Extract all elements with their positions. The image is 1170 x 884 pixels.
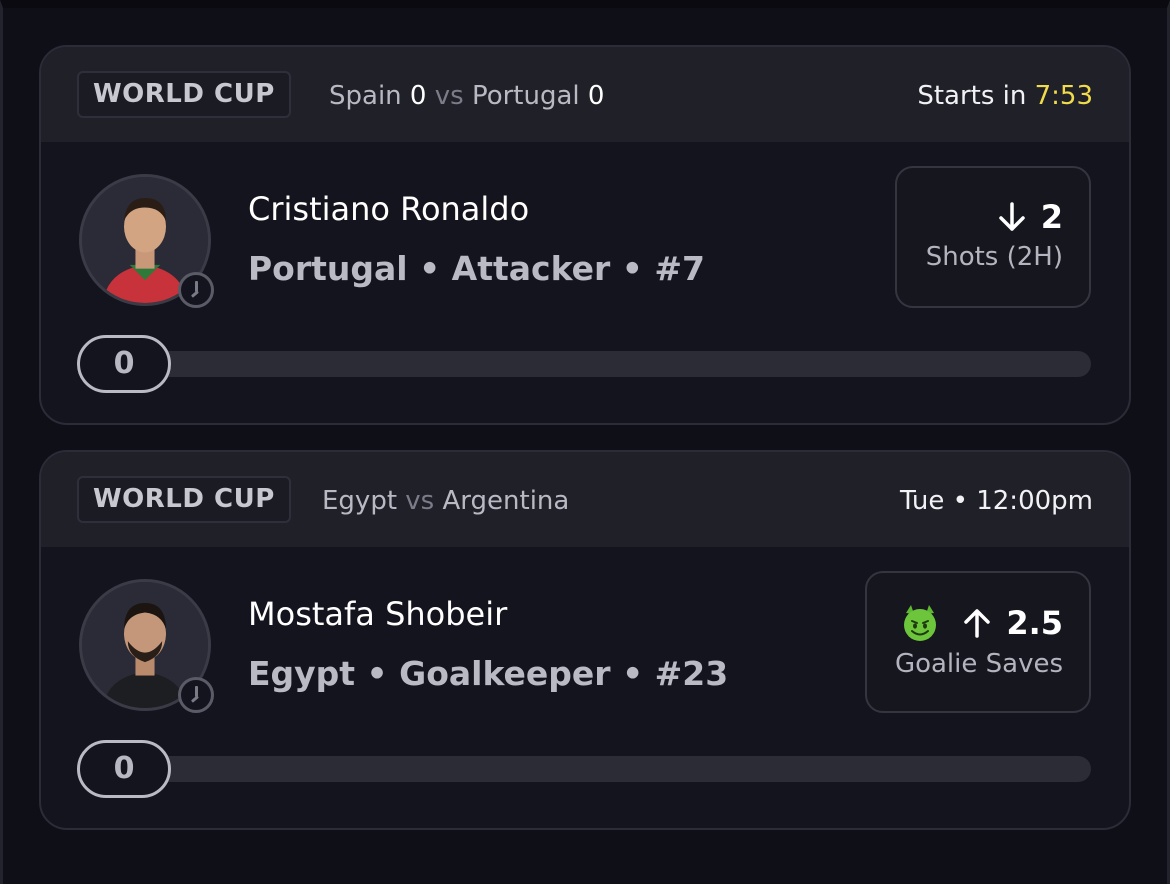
match-info: Egypt vs Argentina [322,486,569,516]
pick-card[interactable]: WORLD CUP Spain 0 vs Portugal 0 Starts i… [39,45,1131,425]
home-team: Egypt [322,486,398,516]
clock-icon [178,272,214,308]
away-team: Argentina [442,486,570,516]
kickoff-time: Tue • 12:00pm [899,486,1093,516]
stat-value: 2 [1040,198,1063,236]
kickoff-prefix: Starts in [917,81,1027,111]
vs-label: vs [434,81,464,111]
clock-icon [178,677,214,713]
kickoff-status: Starts in 7:53 [917,81,1093,111]
league-badge: WORLD CUP [77,476,291,523]
devil-emoji-icon [900,603,940,643]
player-meta: Portugal • Attacker • #7 [248,249,705,288]
progress-value: 0 [77,335,171,393]
stat-line: 2.5 [893,603,1063,643]
pick-card[interactable]: WORLD CUP Egypt vs Argentina Tue • 12:00… [39,450,1131,830]
home-score: 0 [409,81,427,111]
stat-value: 2.5 [1006,604,1063,642]
away-team: Portugal [471,81,580,111]
match-info: Spain 0 vs Portugal 0 [329,81,604,111]
arrow-down-icon [997,201,1027,233]
player-meta: Egypt • Goalkeeper • #23 [248,654,729,693]
league-badge: WORLD CUP [77,71,291,118]
countdown-time: 7:53 [1034,81,1093,111]
arrow-up-icon [962,607,992,639]
card-header: WORLD CUP Egypt vs Argentina Tue • 12:00… [41,452,1129,547]
stat-line: 2 [923,198,1063,236]
away-score: 0 [587,81,605,111]
player-name: Cristiano Ronaldo [248,190,530,228]
card-header: WORLD CUP Spain 0 vs Portugal 0 Starts i… [41,47,1129,142]
home-team: Spain [329,81,402,111]
stat-label: Goalie Saves [894,649,1063,679]
player-name: Mostafa Shobeir [248,595,508,633]
progress-value: 0 [77,740,171,798]
stat-projection-box[interactable]: 2 Shots (2H) [895,166,1091,308]
progress-track [77,756,1091,782]
progress-track [77,351,1091,377]
stat-projection-box[interactable]: 2.5 Goalie Saves [865,571,1091,713]
stat-label: Shots (2H) [925,242,1063,272]
vs-label: vs [405,486,435,516]
